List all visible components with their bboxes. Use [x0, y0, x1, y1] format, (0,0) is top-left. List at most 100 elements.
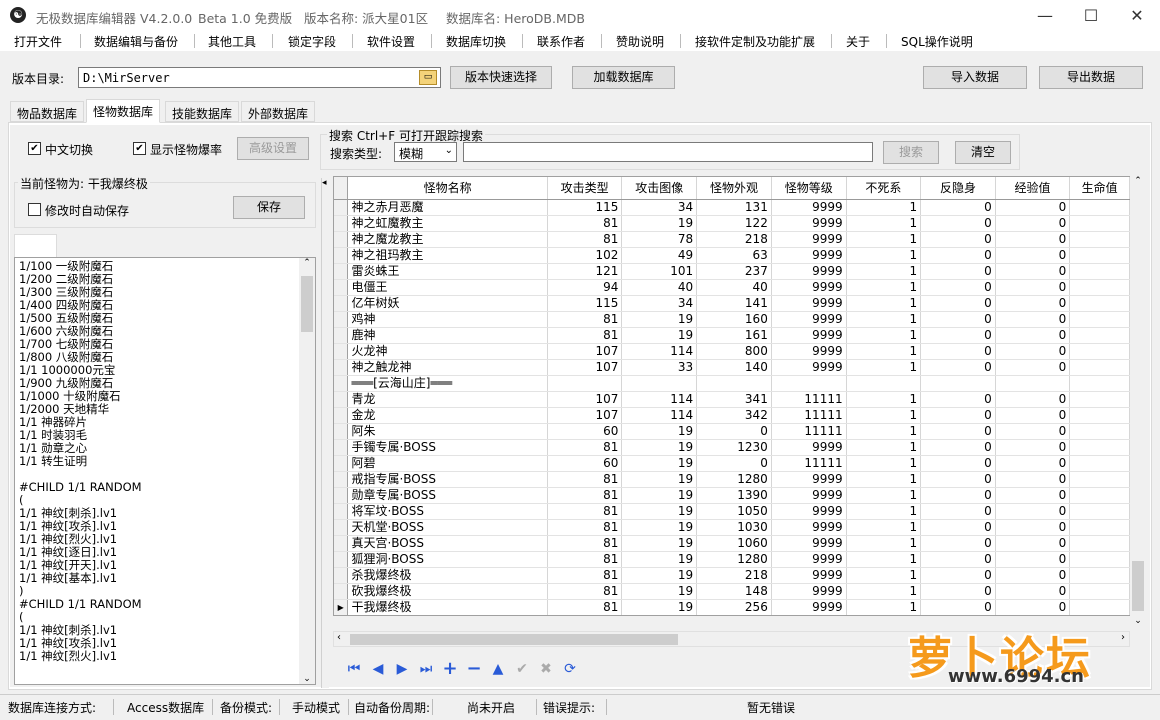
grid-cell[interactable]: 218	[696, 567, 772, 584]
grid-cell[interactable]: 1	[846, 327, 922, 344]
row-indicator[interactable]	[334, 199, 349, 216]
column-header[interactable]: 怪物外观	[696, 177, 772, 200]
grid-cell[interactable]: 1280	[696, 551, 772, 568]
grid-cell[interactable]: 49	[621, 247, 698, 264]
menu-sponsor[interactable]: 赞助说明	[616, 33, 664, 50]
grid-cell[interactable]: 1060	[696, 535, 772, 552]
grid-cell[interactable]: 11111	[771, 423, 847, 440]
grid-cell[interactable]: 0	[920, 583, 996, 600]
table-row[interactable]: 神之虹魔教主 81 19 122 9999 1 0 0	[334, 215, 1130, 232]
grid-cell[interactable]: 1	[846, 535, 922, 552]
grid-cell[interactable]: 1	[846, 311, 922, 328]
grid-cell[interactable]: 81	[547, 599, 623, 615]
grid-cell[interactable]: 19	[621, 567, 698, 584]
grid-cell[interactable]	[1069, 311, 1130, 328]
menu-settings[interactable]: 软件设置	[367, 33, 415, 50]
tab-items[interactable]: 物品数据库	[10, 101, 85, 122]
chinese-switch-checkbox[interactable]: ✔	[28, 142, 41, 155]
grid-cell[interactable]: 34	[621, 199, 698, 216]
grid-cell[interactable]: 19	[621, 583, 698, 600]
grid-cell[interactable]: 0	[920, 599, 996, 615]
table-row[interactable]: 勋章专属·BOSS 81 19 1390 9999 1 0 0	[334, 487, 1130, 504]
monster-name-cell[interactable]: 将军坟·BOSS	[347, 503, 548, 520]
grid-cell[interactable]: 0	[920, 439, 996, 456]
grid-cell[interactable]: 141	[696, 295, 772, 312]
grid-cell[interactable]	[1069, 391, 1130, 408]
grid-cell[interactable]: 0	[920, 311, 996, 328]
grid-cell[interactable]: 81	[547, 535, 623, 552]
table-row[interactable]: 青龙 107 114 341 11111 1 0 0	[334, 391, 1130, 408]
grid-cell[interactable]: 19	[621, 487, 698, 504]
close-button[interactable]: ✕	[1114, 0, 1160, 31]
monster-name-cell[interactable]: 雷炎蛛王	[347, 263, 548, 280]
grid-cell[interactable]: 114	[621, 343, 698, 360]
row-indicator[interactable]	[334, 359, 349, 376]
auto-save-checkbox[interactable]	[28, 203, 41, 216]
grid-vertical-scrollbar[interactable]: ⌃ ⌄	[1130, 176, 1146, 631]
grid-cell[interactable]: 121	[547, 263, 623, 280]
grid-cell[interactable]: 256	[696, 599, 772, 615]
grid-cell[interactable]: 9999	[771, 551, 847, 568]
grid-cell[interactable]: 9999	[771, 263, 847, 280]
grid-cell[interactable]	[846, 375, 922, 392]
grid-cell[interactable]: 160	[696, 311, 772, 328]
monster-grid[interactable]: 怪物名称 攻击类型 攻击图像 怪物外观 怪物等级 不死系 反隐身 经验值 生命值 神之赤月恶魔 1…	[333, 176, 1131, 616]
row-indicator[interactable]	[334, 519, 349, 536]
drop-list-textarea[interactable]: 1/100 一级附魔石 1/200 二级附魔石 1/300 三级附魔石 1/400 四…	[14, 257, 316, 685]
grid-cell[interactable]: 0	[995, 567, 1071, 584]
grid-cell[interactable]: 114	[621, 407, 698, 424]
grid-cell[interactable]: 0	[995, 599, 1071, 615]
row-indicator[interactable]	[334, 471, 349, 488]
grid-cell[interactable]: 0	[995, 215, 1071, 232]
grid-cell[interactable]: 101	[621, 263, 698, 280]
grid-cell[interactable]: 0	[995, 439, 1071, 456]
row-indicator[interactable]	[334, 551, 349, 568]
monster-name-cell[interactable]: 真天宫·BOSS	[347, 535, 548, 552]
grid-cell[interactable]: 342	[696, 407, 772, 424]
monster-name-cell[interactable]: 勋章专属·BOSS	[347, 487, 548, 504]
table-row[interactable]: 阿碧 60 19 0 11111 1 0 0	[334, 455, 1130, 472]
grid-cell[interactable]: 148	[696, 583, 772, 600]
delete-record-icon[interactable]: −	[465, 660, 483, 678]
grid-cell[interactable]: 9999	[771, 247, 847, 264]
grid-cell[interactable]	[1069, 343, 1130, 360]
maximize-button[interactable]: ☐	[1068, 0, 1114, 31]
grid-cell[interactable]	[1069, 231, 1130, 248]
row-indicator[interactable]	[334, 583, 349, 600]
grid-cell[interactable]: 0	[920, 343, 996, 360]
grid-cell[interactable]: 0	[995, 407, 1071, 424]
monster-name-cell[interactable]: 手镯专属·BOSS	[347, 439, 548, 456]
drop-list-tab[interactable]	[14, 234, 57, 257]
grid-cell[interactable]: 0	[995, 583, 1071, 600]
grid-cell[interactable]	[1069, 599, 1130, 615]
import-button[interactable]: 导入数据	[923, 66, 1027, 89]
grid-cell[interactable]: 0	[920, 503, 996, 520]
grid-cell[interactable]	[1069, 199, 1130, 216]
row-indicator[interactable]	[334, 231, 349, 248]
grid-cell[interactable]: 94	[547, 279, 623, 296]
grid-cell[interactable]	[547, 375, 623, 392]
grid-cell[interactable]: 81	[547, 327, 623, 344]
row-indicator[interactable]	[334, 455, 349, 472]
export-button[interactable]: 导出数据	[1039, 66, 1143, 89]
grid-cell[interactable]: 0	[995, 231, 1071, 248]
monster-name-cell[interactable]: 鸡神	[347, 311, 548, 328]
grid-cell[interactable]: 0	[995, 247, 1071, 264]
dir-field[interactable]: D:\MirServer ▭	[78, 67, 441, 88]
grid-cell[interactable]: 81	[547, 439, 623, 456]
table-row[interactable]: 神之祖玛教主 102 49 63 9999 1 0 0	[334, 247, 1130, 264]
grid-cell[interactable]: 0	[995, 519, 1071, 536]
grid-cell[interactable]: 1	[846, 391, 922, 408]
table-row[interactable]: 狐狸洞·BOSS 81 19 1280 9999 1 0 0	[334, 551, 1130, 568]
grid-cell[interactable]: 1	[846, 439, 922, 456]
grid-cell[interactable]	[1069, 487, 1130, 504]
grid-cell[interactable]: 81	[547, 487, 623, 504]
grid-cell[interactable]: 11111	[771, 391, 847, 408]
drop-list-scrollbar[interactable]: ⌃ ⌄	[299, 258, 315, 684]
grid-cell[interactable]: 9999	[771, 279, 847, 296]
table-row[interactable]: 阿朱 60 19 0 11111 1 0 0	[334, 423, 1130, 440]
grid-cell[interactable]: 9999	[771, 599, 847, 615]
grid-cell[interactable]	[1069, 327, 1130, 344]
table-row[interactable]: ═══[云海山庄]═══	[334, 375, 1130, 392]
grid-cell[interactable]: 1	[846, 295, 922, 312]
